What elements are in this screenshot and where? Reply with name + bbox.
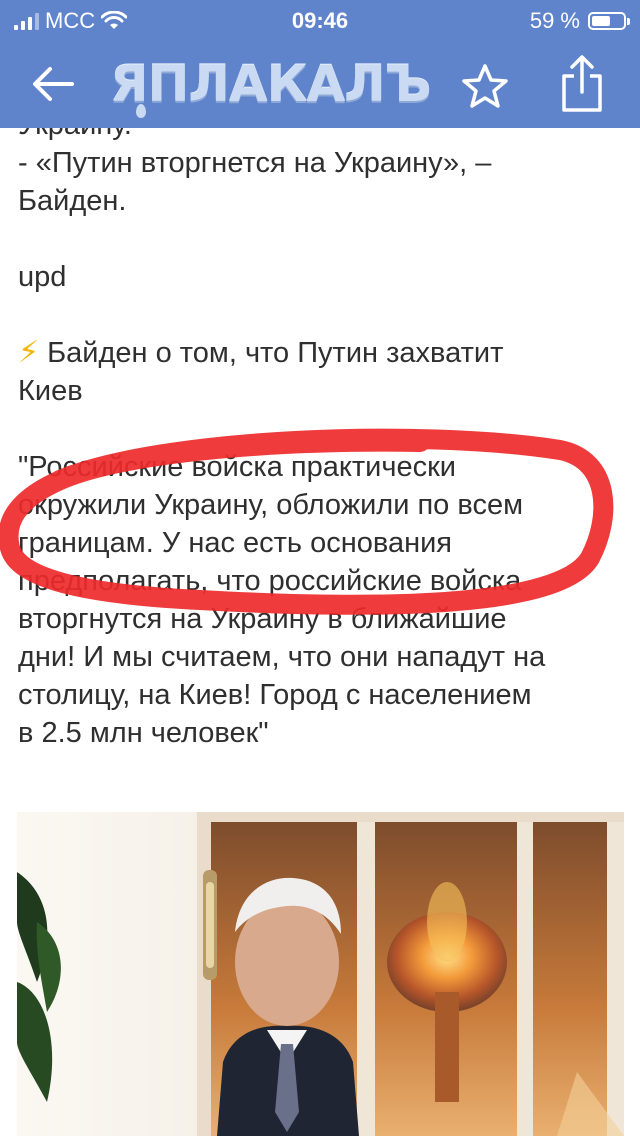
article-line: Украину. bbox=[18, 128, 618, 144]
star-icon[interactable] bbox=[460, 62, 510, 110]
article-spacer bbox=[18, 220, 618, 258]
article-spacer bbox=[18, 296, 618, 334]
battery-percent: 59 % bbox=[529, 8, 580, 33]
quote-line: дни! И мы считаем, что они нападут на bbox=[18, 641, 546, 673]
article-line: - «Путин вторгнется на Украину», – bbox=[18, 147, 492, 179]
article-photo[interactable] bbox=[17, 812, 624, 1136]
article-body: Украину. - «Путин вторгнется на Украину»… bbox=[18, 128, 618, 752]
quote-line: вторгнутся на Украину в ближайшие bbox=[18, 603, 507, 635]
article-line: Байден. bbox=[18, 185, 127, 217]
quote-line: "Российские войска практически bbox=[18, 451, 456, 483]
battery-fill bbox=[592, 16, 610, 26]
quote-line: предполагать, что российские войска bbox=[18, 565, 522, 597]
share-icon[interactable] bbox=[558, 54, 606, 114]
article-line: Киев bbox=[18, 375, 83, 407]
article-line-text: Байден о том, что Путин захватит bbox=[47, 337, 504, 369]
article-spacer bbox=[18, 410, 618, 448]
article-line: ⚡ Байден о том, что Путин захватит bbox=[18, 334, 618, 372]
quote-line: границам. У нас есть основания bbox=[18, 527, 452, 559]
logo-drop-icon bbox=[136, 104, 146, 118]
quote-line: окружили Украину, обложили по всем bbox=[18, 489, 524, 521]
site-logo-text: ЯПЛАКАЛЪ bbox=[110, 55, 432, 113]
status-right: 59 % bbox=[529, 8, 630, 34]
quote-line: в 2.5 млн человек" bbox=[18, 717, 269, 749]
battery-icon bbox=[588, 12, 630, 30]
photo-illustration bbox=[17, 812, 624, 1136]
article-line: upd bbox=[18, 261, 67, 293]
site-logo[interactable]: ЯПЛАКАЛЪ bbox=[110, 54, 432, 118]
top-navigation-bar: ЯПЛАКАЛЪ bbox=[0, 40, 640, 128]
status-bar: MCC 09:46 59 % bbox=[0, 0, 640, 40]
arrow-left-icon[interactable] bbox=[28, 62, 78, 106]
lightning-icon: ⚡ bbox=[18, 336, 40, 369]
quote-line: столицу, на Киев! Город с населением bbox=[18, 679, 532, 711]
